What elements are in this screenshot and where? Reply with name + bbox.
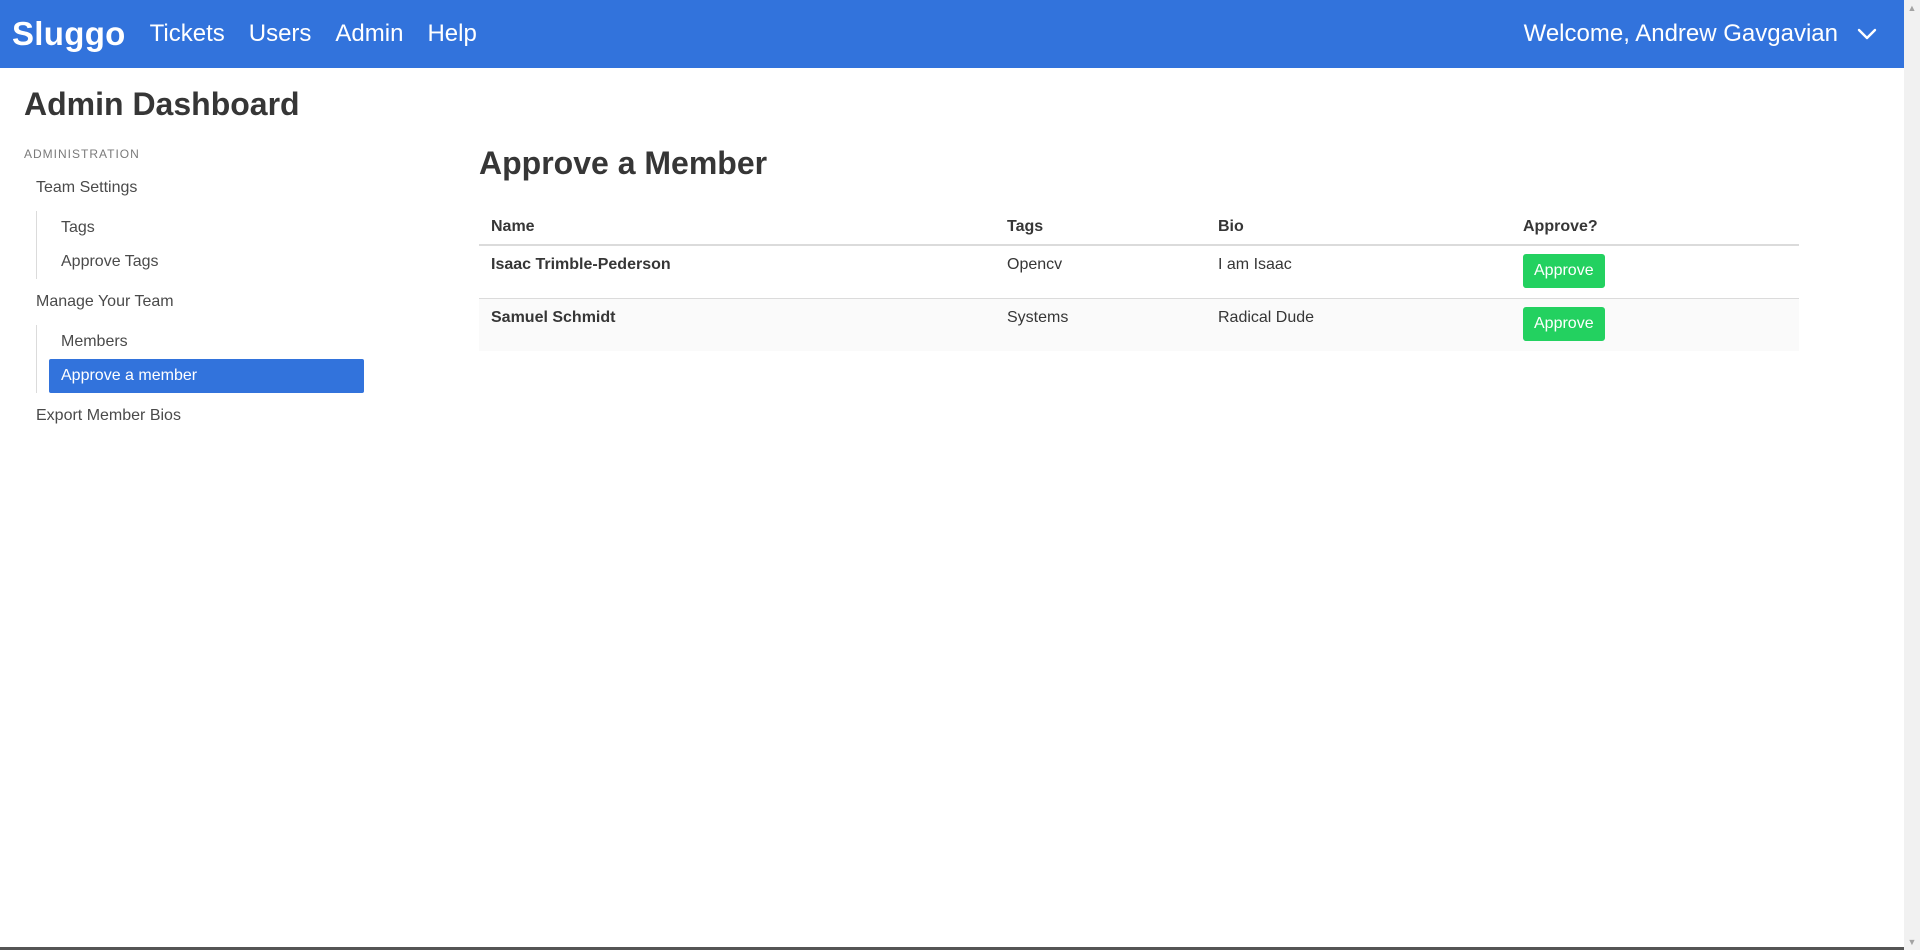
page-title: Approve a Member: [479, 145, 768, 181]
member-tags: Opencv: [995, 245, 1206, 299]
menu-item-team-settings[interactable]: Team Settings: [24, 169, 364, 207]
column-header-approve: Approve?: [1511, 210, 1799, 246]
menu-item-tags[interactable]: Tags: [49, 211, 364, 245]
table-row: Samuel Schmidt Systems Radical Dude Appr…: [479, 298, 1799, 352]
team-settings-submenu: Tags Approve Tags: [36, 211, 364, 279]
table-header-row: Name Tags Bio Approve?: [479, 210, 1799, 246]
approve-cell: Approve: [1511, 299, 1799, 352]
nav-link-tickets[interactable]: Tickets: [150, 20, 225, 48]
menu-item-approve-member[interactable]: Approve a member: [49, 359, 364, 393]
member-name: Samuel Schmidt: [491, 309, 616, 326]
chevron-down-icon[interactable]: [1856, 23, 1878, 45]
approve-cell: Approve: [1511, 245, 1799, 299]
member-bio: I am Isaac: [1206, 245, 1511, 299]
menu-item-manage-team[interactable]: Manage Your Team: [24, 283, 364, 321]
brand-logo[interactable]: Sluggo: [12, 15, 126, 53]
menu-label-administration: ADMINISTRATION: [24, 147, 140, 161]
table-row: Isaac Trimble-Pederson Opencv I am Isaac…: [479, 245, 1799, 299]
user-menu[interactable]: Welcome, Andrew Gavgavian: [1524, 20, 1892, 48]
sidebar: Admin Dashboard ADMINISTRATION Team Sett…: [24, 68, 364, 435]
approve-button[interactable]: Approve: [1523, 254, 1605, 288]
scroll-down-arrow-icon[interactable]: ▼: [1904, 934, 1920, 950]
menu-item-export-bios[interactable]: Export Member Bios: [24, 397, 364, 435]
member-bio: Radical Dude: [1218, 309, 1315, 326]
menu-item-approve-tags[interactable]: Approve Tags: [49, 245, 364, 279]
dashboard-title: Admin Dashboard: [24, 86, 300, 122]
approve-button[interactable]: Approve: [1523, 307, 1605, 341]
nav-link-help[interactable]: Help: [427, 20, 476, 48]
column-header-bio: Bio: [1206, 210, 1511, 246]
top-navbar: Sluggo Tickets Users Admin Help Welcome,…: [0, 0, 1904, 68]
nav-link-admin[interactable]: Admin: [335, 20, 403, 48]
page: Sluggo Tickets Users Admin Help Welcome,…: [0, 0, 1904, 950]
menu-item-members[interactable]: Members: [49, 325, 364, 359]
admin-menu: Team Settings Tags Approve Tags Manage Y…: [24, 169, 364, 435]
member-name: Isaac Trimble-Pederson: [479, 245, 995, 299]
approve-members-table: Name Tags Bio Approve? Isaac Trimble-Ped…: [479, 210, 1799, 351]
column-header-name: Name: [479, 210, 995, 246]
member-tags: Systems: [1007, 309, 1069, 326]
main-content: Approve a Member Name Tags Bio Approve? …: [479, 68, 1799, 351]
column-header-tags: Tags: [995, 210, 1206, 246]
welcome-text: Welcome, Andrew Gavgavian: [1523, 20, 1838, 47]
scroll-up-arrow-icon[interactable]: ▲: [1904, 0, 1920, 16]
manage-team-submenu: Members Approve a member: [36, 325, 364, 393]
vertical-scrollbar[interactable]: ▲ ▼: [1904, 0, 1920, 950]
nav-link-users[interactable]: Users: [249, 20, 312, 48]
